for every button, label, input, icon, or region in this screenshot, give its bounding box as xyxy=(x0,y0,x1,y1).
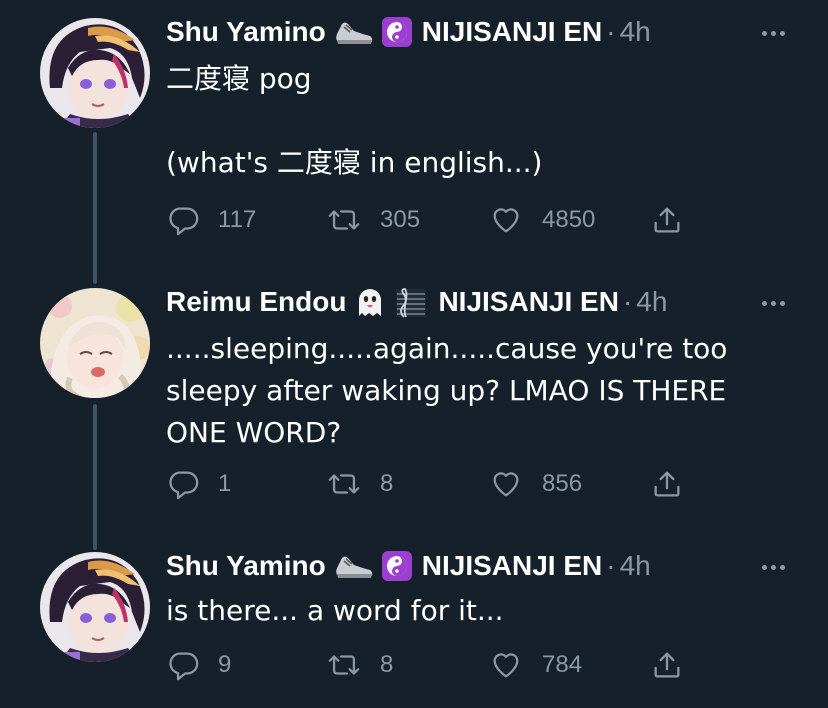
share-icon xyxy=(654,207,680,233)
reply-count: 9 xyxy=(218,651,232,678)
share-button[interactable] xyxy=(650,648,702,682)
tweet-body: 二度寝 pog (what's 二度寝 in english...) xyxy=(166,62,543,179)
tweet-actions: 9 8 784 xyxy=(166,648,726,682)
tweet-text: is there... a word for it... xyxy=(166,590,758,632)
reply-button[interactable]: 117 xyxy=(166,203,256,237)
share-icon xyxy=(654,471,680,497)
retweet-count: 305 xyxy=(380,206,421,233)
tweet-text: .....sleeping.....again.....cause you're… xyxy=(166,328,758,454)
like-button[interactable]: 4850 xyxy=(488,203,595,237)
author-name[interactable]: Shu Yamino xyxy=(166,16,326,48)
reply-count: 1 xyxy=(218,470,232,497)
like-count: 856 xyxy=(542,470,583,497)
heart-icon xyxy=(493,208,519,233)
share-button[interactable] xyxy=(650,203,702,237)
yin-yang-icon xyxy=(381,17,412,47)
share-icon xyxy=(654,652,680,678)
reply-button[interactable]: 9 xyxy=(166,648,231,682)
heart-icon xyxy=(493,472,519,497)
retweet-button[interactable]: 8 xyxy=(326,467,393,501)
retweet-icon xyxy=(328,655,360,675)
tweet-header: Shu Yamino NIJISANJI EN · 4h xyxy=(166,14,768,50)
sneaker-icon xyxy=(334,18,374,46)
timestamp[interactable]: 4h xyxy=(620,16,651,48)
retweet-count: 8 xyxy=(380,651,394,678)
like-button[interactable]: 784 xyxy=(488,648,582,682)
reply-icon xyxy=(169,471,199,500)
tweet-body: .....sleeping.....again.....cause you're… xyxy=(166,332,737,449)
avatar[interactable] xyxy=(40,18,150,128)
more-options-icon[interactable] xyxy=(756,286,790,320)
reply-count: 117 xyxy=(218,206,257,233)
retweet-icon xyxy=(328,474,360,494)
sneaker-icon xyxy=(334,552,374,580)
tweet-thread: Shu Yamino NIJISANJI EN · 4h 二度寝 pog (wh… xyxy=(0,0,828,708)
retweet-button[interactable]: 305 xyxy=(326,203,420,237)
handle-tag[interactable]: NIJISANJI EN xyxy=(438,286,619,318)
handle-tag[interactable]: NIJISANJI EN xyxy=(422,16,603,48)
heart-icon xyxy=(493,653,519,678)
tweet-header: Shu Yamino NIJISANJI EN · 4h xyxy=(166,548,768,584)
thread-connector xyxy=(93,404,97,550)
like-count: 4850 xyxy=(542,206,596,233)
retweet-button[interactable]: 8 xyxy=(326,648,393,682)
retweet-count: 8 xyxy=(380,470,394,497)
timestamp[interactable]: 4h xyxy=(636,286,667,318)
ghost-icon xyxy=(354,286,386,318)
reply-icon xyxy=(169,207,199,236)
yin-yang-icon xyxy=(381,551,412,581)
share-button[interactable] xyxy=(650,467,702,501)
handle-tag[interactable]: NIJISANJI EN xyxy=(422,550,603,582)
timestamp[interactable]: 4h xyxy=(620,550,651,582)
music-staff-icon xyxy=(394,285,428,319)
reply-button[interactable]: 1 xyxy=(166,467,231,501)
more-options-icon[interactable] xyxy=(756,16,790,50)
reply-icon xyxy=(169,652,199,681)
author-name[interactable]: Reimu Endou xyxy=(166,286,346,318)
author-name[interactable]: Shu Yamino xyxy=(166,550,326,582)
separator: · xyxy=(606,16,616,47)
tweet-actions: 1 8 856 xyxy=(166,467,726,501)
tweet-body: is there... a word for it... xyxy=(166,594,504,627)
retweet-icon xyxy=(328,210,360,230)
more-options-icon[interactable] xyxy=(756,550,790,584)
separator: · xyxy=(622,286,633,317)
separator: · xyxy=(606,550,616,581)
avatar[interactable] xyxy=(40,288,150,398)
tweet-header: Reimu Endou NIJISANJI EN · 4h xyxy=(166,284,768,320)
avatar[interactable] xyxy=(40,552,150,662)
thread-connector xyxy=(93,132,97,284)
like-count: 784 xyxy=(542,651,583,678)
like-button[interactable]: 856 xyxy=(488,467,582,501)
tweet-actions: 117 305 4850 xyxy=(166,203,726,237)
tweet-text: 二度寝 pog (what's 二度寝 in english...) xyxy=(166,58,758,184)
